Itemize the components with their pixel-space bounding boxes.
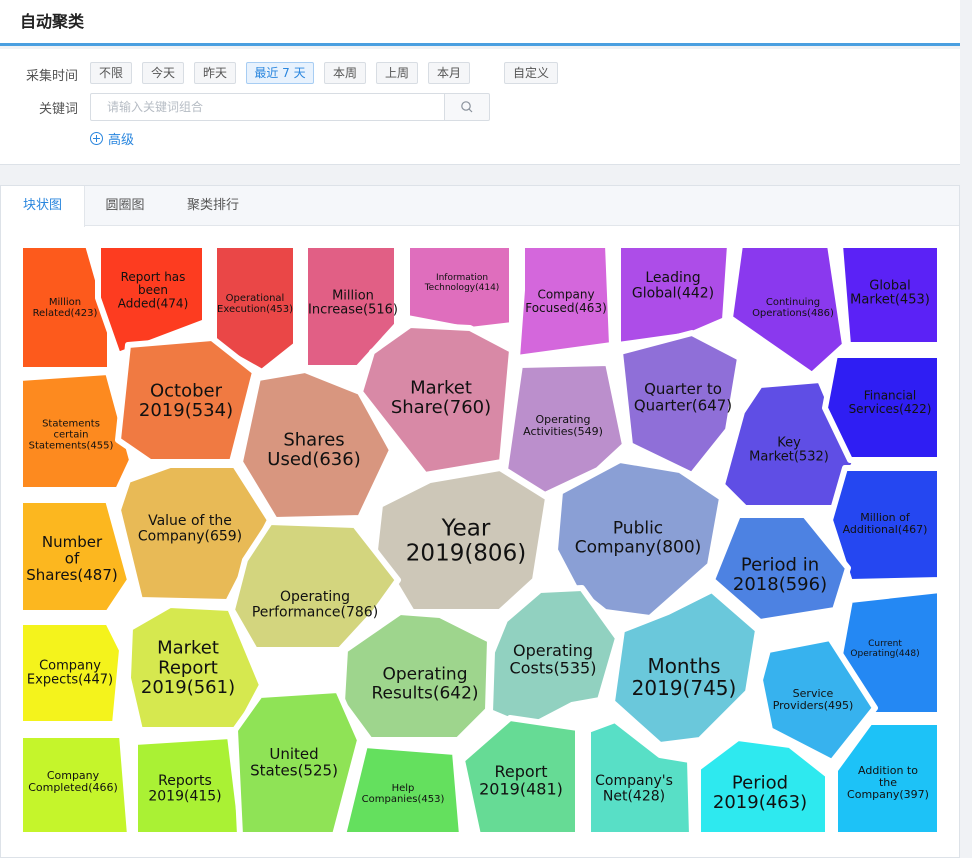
cluster-cell-label: Operating Results(642) bbox=[371, 665, 478, 704]
cluster-cell-october-2019[interactable]: October 2019(534) bbox=[115, 335, 258, 465]
cluster-cell-continuing-operations[interactable]: Continuing Operations(486) bbox=[727, 242, 848, 378]
cluster-cell-label: Quarter to Quarter(647) bbox=[634, 380, 732, 415]
cluster-cell-label: Information Technology(414) bbox=[424, 273, 500, 293]
cluster-cell-statements-certain-statements[interactable]: Statements certain Statements(455) bbox=[17, 369, 135, 493]
cluster-cell-financial-services[interactable]: Financial Services(422) bbox=[822, 352, 943, 463]
cluster-cell-label: October 2019(534) bbox=[139, 380, 233, 421]
cluster-cell-leading-global[interactable]: Leading Global(442) bbox=[615, 242, 733, 348]
cluster-cell-number-of-shares[interactable]: Number of Shares(487) bbox=[17, 497, 133, 616]
cluster-cell-label: Reports 2019(415) bbox=[148, 773, 221, 804]
cluster-cell-information-technology[interactable]: Information Technology(414) bbox=[404, 242, 515, 333]
cluster-cell-label: Period in 2018(596) bbox=[733, 554, 827, 595]
cluster-cell-help-companies[interactable]: Help Companies(453) bbox=[340, 742, 465, 838]
cluster-cell-label: Operational Execution(453) bbox=[217, 293, 293, 315]
cluster-cell-label: Company Expects(447) bbox=[27, 658, 113, 687]
cluster-cell-global-market[interactable]: Global Market(453) bbox=[837, 242, 943, 348]
cluster-cell-united-states[interactable]: United States(525) bbox=[232, 687, 363, 838]
cluster-cell-label: Company's Net(428) bbox=[595, 773, 673, 804]
cluster-cell-report-2019[interactable]: Report 2019(481) bbox=[459, 715, 581, 838]
cluster-cell-operating-costs[interactable]: Operating Costs(535) bbox=[487, 585, 621, 731]
cluster-cell-label: Operating Costs(535) bbox=[510, 641, 597, 678]
cluster-cell-reports-2019[interactable]: Reports 2019(415) bbox=[132, 733, 245, 838]
cluster-cell-year-2019[interactable]: Year 2019(806) bbox=[372, 465, 551, 615]
cluster-voronoi-chart: Million Related(423)Report has been Added(4… bbox=[17, 242, 943, 838]
cluster-cell-company-completed[interactable]: Company Completed(466) bbox=[17, 732, 133, 838]
cluster-cell-quarter-to-quarter[interactable]: Quarter to Quarter(647) bbox=[617, 330, 743, 478]
cluster-cell-operating-results[interactable]: Operating Results(642) bbox=[339, 609, 493, 743]
cluster-cell-label: Value of the Company(659) bbox=[138, 513, 242, 544]
cluster-cell-company-focused[interactable]: Company Focused(463) bbox=[514, 242, 615, 361]
cluster-cell-label: Company Focused(463) bbox=[525, 288, 607, 315]
cluster-cell-company-expects[interactable]: Company Expects(447) bbox=[17, 619, 125, 727]
